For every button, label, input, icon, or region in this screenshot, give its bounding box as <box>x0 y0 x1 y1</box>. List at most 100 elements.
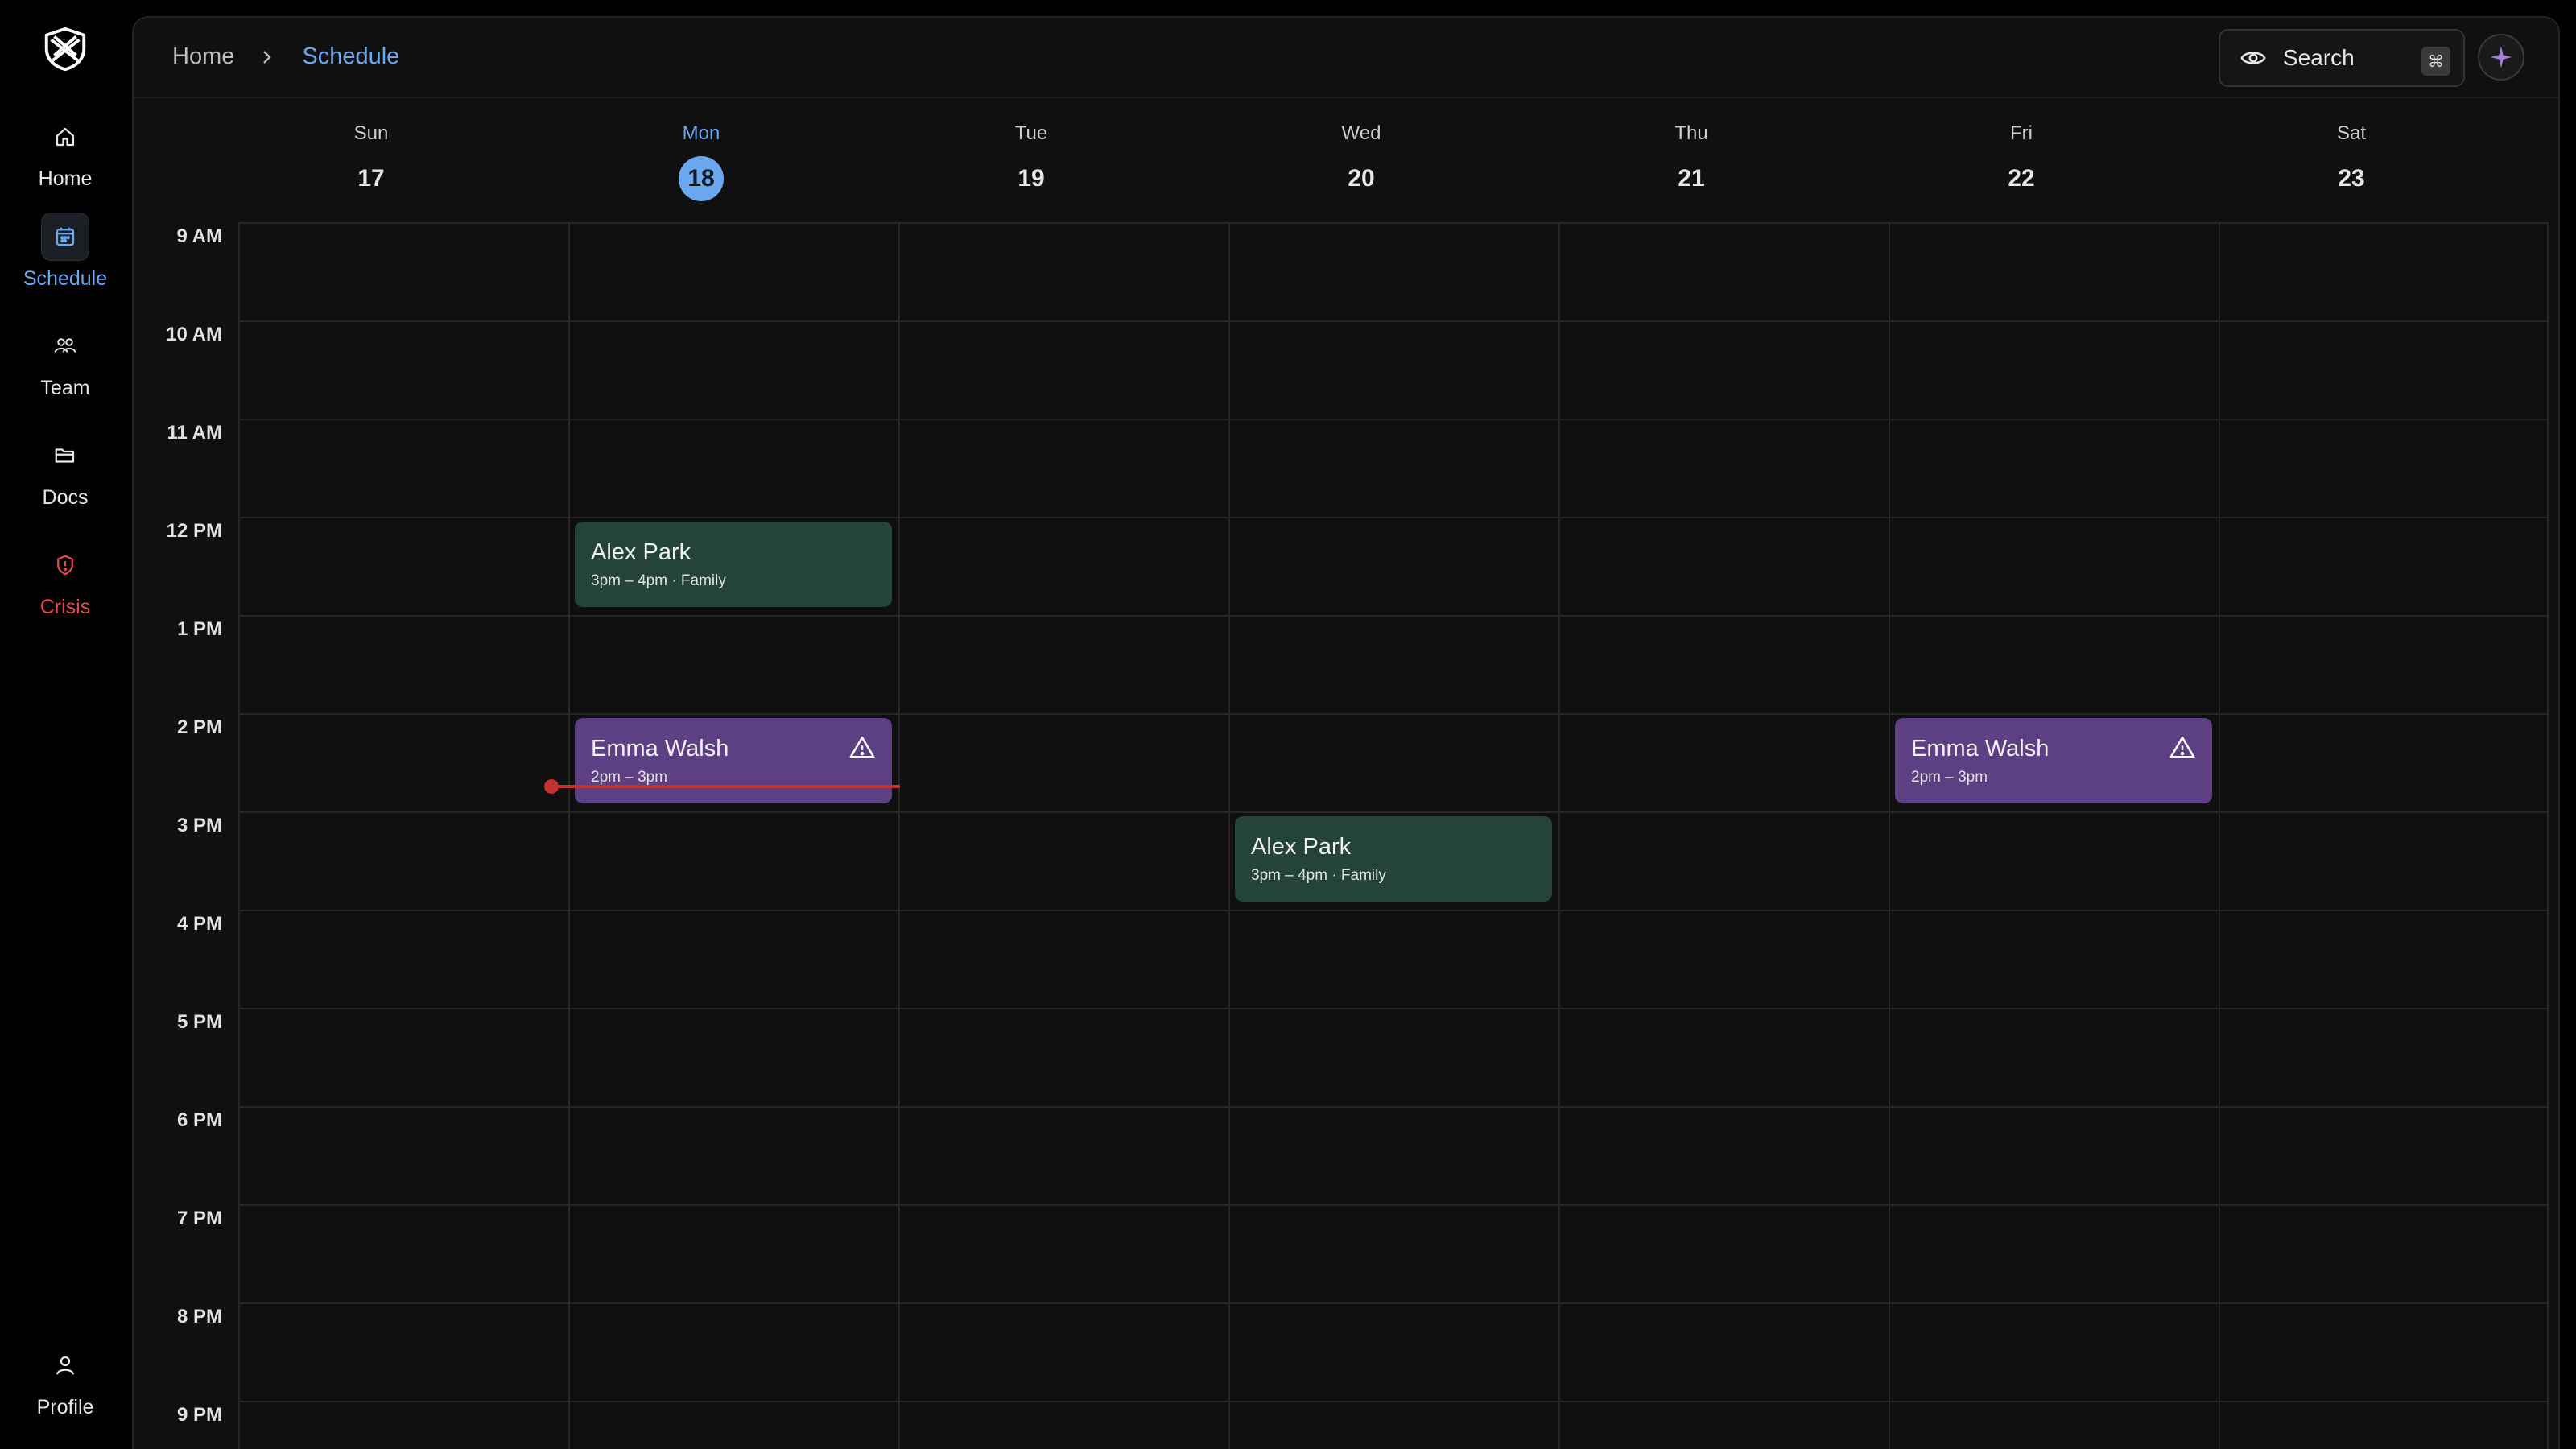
shield-alert-icon <box>41 541 89 589</box>
sidebar-item-schedule[interactable]: Schedule <box>0 213 130 301</box>
breadcrumb-current: Schedule <box>302 43 400 69</box>
sidebar-item-docs[interactable]: Docs <box>0 431 130 520</box>
grid-line <box>238 222 2549 224</box>
grid-line <box>2219 222 2220 1449</box>
grid-line <box>2547 222 2549 1449</box>
sidebar-item-team[interactable]: Team <box>0 322 130 411</box>
day-header-sat: Sat 23 <box>2186 122 2516 201</box>
eye-icon <box>2240 52 2266 64</box>
time-label: 8 PM <box>176 1306 222 1327</box>
home-icon <box>41 113 89 161</box>
time-label: 11 AM <box>167 422 222 444</box>
day-header-sun: Sun 17 <box>206 122 536 201</box>
sidebar: Home Schedule Team Docs Crisis Profile <box>0 0 130 1449</box>
day-name: Sat <box>2336 122 2367 144</box>
event-time: 3pm – 4pm · Family <box>591 572 726 589</box>
grid-line <box>238 615 2549 617</box>
sidebar-item-label: Crisis <box>39 596 91 618</box>
grid-line <box>238 517 2549 518</box>
day-number[interactable]: 17 <box>349 156 394 201</box>
logo-icon[interactable] <box>40 24 90 74</box>
grid-line <box>238 713 2549 715</box>
grid-line <box>238 1008 2549 1009</box>
day-number-today[interactable]: 18 <box>679 156 724 201</box>
sidebar-item-label: Team <box>40 377 90 399</box>
breadcrumb-home-link[interactable]: Home <box>172 43 234 70</box>
grid-line <box>238 811 2549 813</box>
time-label: 1 PM <box>176 618 222 640</box>
event-time: 2pm – 3pm <box>1911 769 1988 786</box>
time-label: 12 PM <box>166 520 222 542</box>
day-header-mon: Mon 18 <box>536 122 866 201</box>
sidebar-item-label: Schedule <box>23 267 108 290</box>
time-label: 3 PM <box>176 815 222 836</box>
breadcrumb: Home Schedule <box>172 43 399 70</box>
grid-line <box>238 419 2549 420</box>
day-name: Fri <box>2010 122 2033 144</box>
grid-line <box>238 222 240 1449</box>
calendar-grid[interactable]: Alex Park 3pm – 4pm · Family Emma Walsh … <box>238 222 2549 1449</box>
time-label: 9 AM <box>176 225 222 247</box>
grid-line <box>898 222 900 1449</box>
day-name: Wed <box>1341 122 1381 144</box>
day-name: Sun <box>353 122 389 144</box>
time-label: 9 PM <box>176 1404 222 1426</box>
event-title: Emma Walsh <box>591 736 729 762</box>
grid-line <box>1558 222 1560 1449</box>
event-title: Emma Walsh <box>1911 736 2050 762</box>
shortcut-key: ⌘ <box>2421 47 2450 76</box>
grid-line <box>238 1302 2549 1304</box>
event-card[interactable]: Alex Park 3pm – 4pm · Family <box>1235 816 1552 902</box>
day-header-fri: Fri 22 <box>1856 122 2186 201</box>
grid-line <box>238 1401 2549 1402</box>
topbar: Home Schedule Search ⌘ <box>134 18 2558 98</box>
event-card[interactable]: Emma Walsh 2pm – 3pm <box>575 718 892 803</box>
ai-assistant-button[interactable] <box>2478 34 2524 80</box>
grid-line <box>238 910 2549 911</box>
folder-icon <box>41 431 89 480</box>
sidebar-item-home[interactable]: Home <box>0 113 130 201</box>
time-label: 5 PM <box>176 1011 222 1033</box>
sidebar-item-profile[interactable]: Profile <box>0 1341 130 1430</box>
day-number[interactable]: 23 <box>2329 156 2374 201</box>
sparkle-icon <box>2490 46 2512 68</box>
time-label: 6 PM <box>176 1109 222 1131</box>
grid-line <box>1889 222 1890 1449</box>
search-button[interactable]: Search ⌘ <box>2219 29 2465 87</box>
grid-line <box>1228 222 1230 1449</box>
event-card[interactable]: Alex Park 3pm – 4pm · Family <box>575 522 892 607</box>
day-header-thu: Thu 21 <box>1526 122 1856 201</box>
current-time-line <box>552 785 900 788</box>
chevron-right-icon <box>263 50 272 64</box>
event-card[interactable]: Emma Walsh 2pm – 3pm <box>1895 718 2212 803</box>
user-icon <box>41 1341 89 1389</box>
time-label: 7 PM <box>176 1208 222 1229</box>
sidebar-item-label: Profile <box>36 1396 94 1418</box>
calendar-icon <box>41 213 89 261</box>
day-number[interactable]: 21 <box>1669 156 1714 201</box>
sidebar-item-label: Home <box>38 167 93 190</box>
warning-icon <box>2169 736 2195 758</box>
time-label: 2 PM <box>176 716 222 738</box>
search-label: Search <box>2283 45 2355 70</box>
grid-line <box>238 1204 2549 1206</box>
event-title: Alex Park <box>1251 834 1352 860</box>
grid-line <box>238 320 2549 322</box>
day-number[interactable]: 19 <box>1009 156 1054 201</box>
grid-line <box>568 222 570 1449</box>
event-time: 2pm – 3pm <box>591 769 668 786</box>
day-header-tue: Tue 19 <box>866 122 1196 201</box>
day-number[interactable]: 22 <box>1999 156 2044 201</box>
day-name: Tue <box>1014 122 1048 144</box>
sidebar-item-label: Docs <box>42 486 89 509</box>
day-name: Mon <box>682 122 720 144</box>
day-header-wed: Wed 20 <box>1196 122 1526 201</box>
warning-icon <box>849 736 875 758</box>
team-icon <box>41 322 89 370</box>
day-number[interactable]: 20 <box>1339 156 1384 201</box>
event-title: Alex Park <box>591 539 691 565</box>
event-time: 3pm – 4pm · Family <box>1251 867 1386 884</box>
grid-line <box>238 1106 2549 1108</box>
sidebar-item-crisis[interactable]: Crisis <box>0 541 130 630</box>
time-label: 10 AM <box>166 324 222 345</box>
